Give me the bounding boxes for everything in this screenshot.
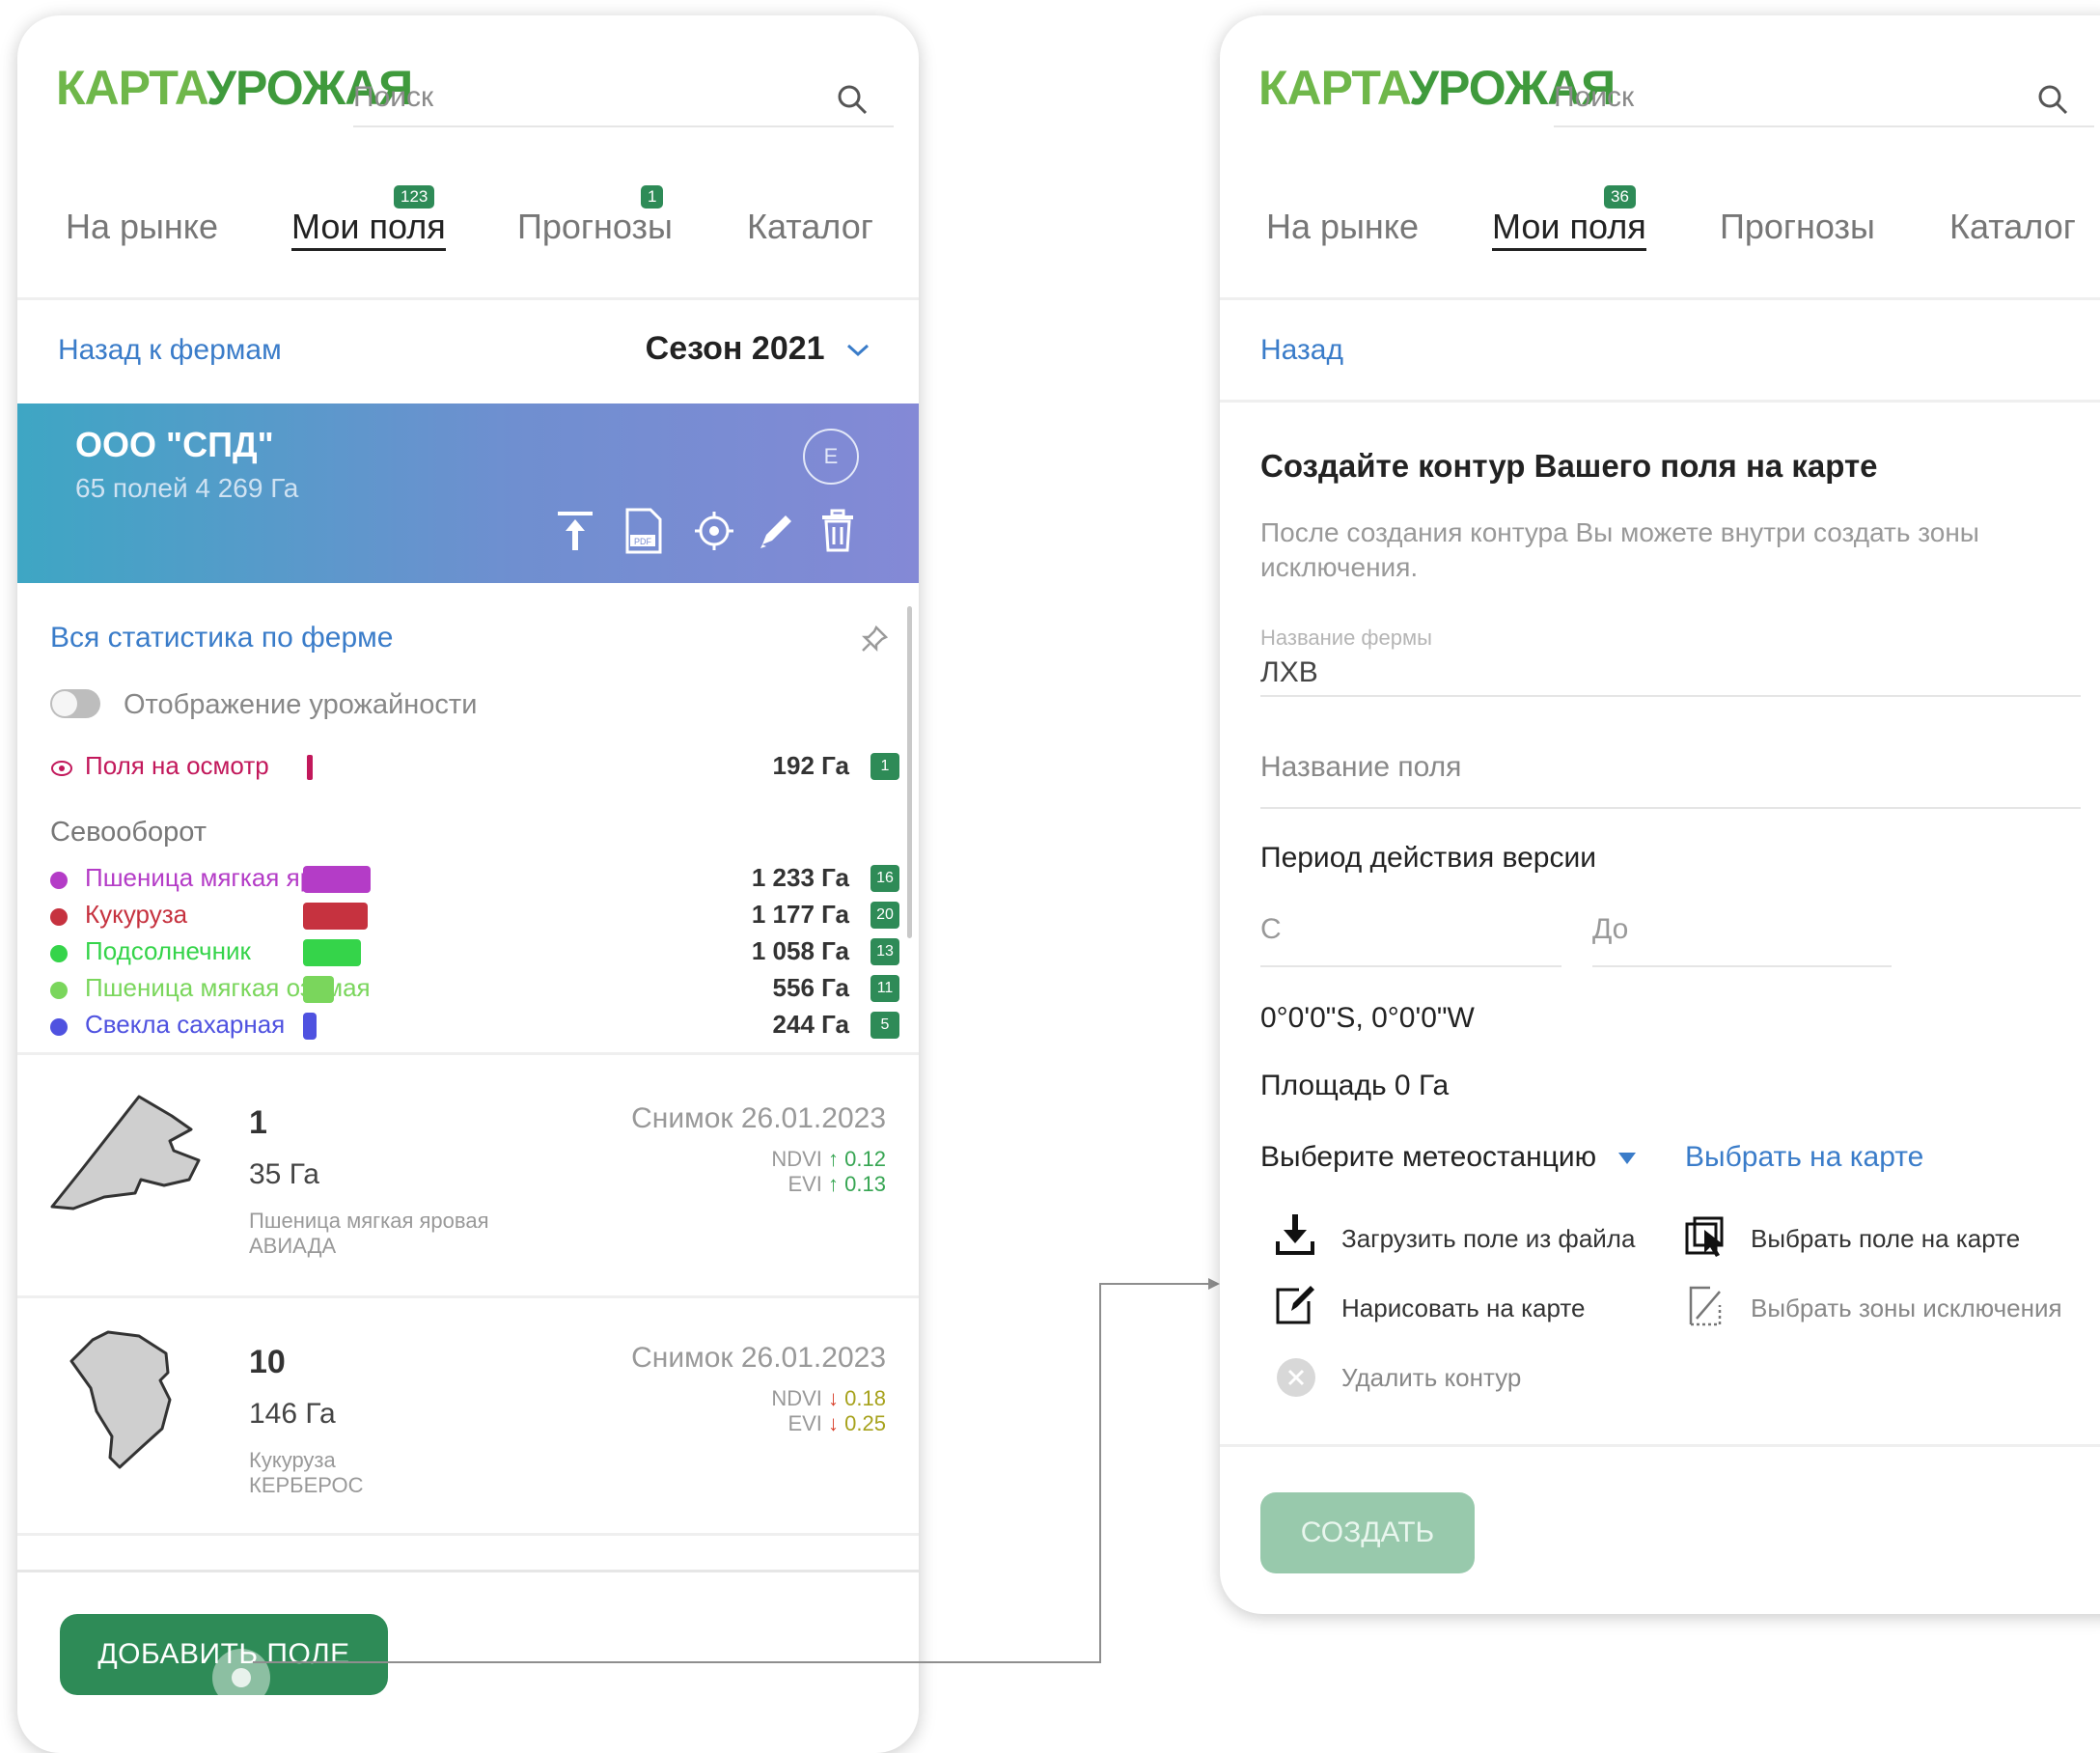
area-value: Площадь 0 Га <box>1260 1070 1450 1101</box>
draw-on-map-button[interactable]: Нарисовать на карте <box>1341 1294 1585 1323</box>
tab-market[interactable]: На рынке <box>1266 207 1419 247</box>
period-title: Период действия версии <box>1260 842 1597 874</box>
date-from-input[interactable]: С <box>1260 913 1282 946</box>
exclusion-zones-icon[interactable] <box>1687 1284 1726 1328</box>
draw-icon[interactable] <box>1274 1282 1316 1326</box>
download-icon[interactable] <box>1274 1212 1316 1257</box>
back-link[interactable]: Назад <box>1260 334 1343 367</box>
divider <box>1220 400 2100 403</box>
delete-contour-button[interactable]: Удалить контур <box>1341 1363 1521 1393</box>
tab-my-fields[interactable]: Мои поля <box>1492 207 1646 251</box>
page-title: Создайте контур Вашего поля на карте <box>1260 448 1878 484</box>
tab-catalog[interactable]: Каталог <box>1949 207 2076 247</box>
coordinates: 0°0'0"S, 0°0'0"W <box>1260 1002 1475 1034</box>
divider <box>1220 1444 2100 1447</box>
farm-name-field[interactable]: ЛХВ <box>1260 656 1318 689</box>
select-exclusion-zones-button[interactable]: Выбрать зоны исключения <box>1751 1294 2062 1323</box>
select-field-icon[interactable] <box>1683 1216 1729 1261</box>
close-circle-icon[interactable] <box>1276 1357 1316 1398</box>
meteo-station-select[interactable]: Выберите метеостанцию <box>1260 1141 1638 1174</box>
select-on-map-link[interactable]: Выбрать на карте <box>1685 1141 1923 1174</box>
select-field-on-map-button[interactable]: Выбрать поле на карте <box>1751 1224 2020 1254</box>
divider <box>1220 297 2100 300</box>
upload-from-file-button[interactable]: Загрузить поле из файла <box>1341 1224 1635 1254</box>
date-to-input[interactable]: До <box>1592 913 1628 946</box>
search-input[interactable] <box>1554 70 2094 127</box>
search-icon[interactable] <box>2036 83 2069 116</box>
create-button[interactable]: СОЗДАТЬ <box>1260 1492 1475 1573</box>
field-name-input[interactable]: Название поля <box>1260 751 1461 784</box>
tab-forecasts[interactable]: Прогнозы <box>1720 207 1875 247</box>
create-field-panel: КАРТАУРОЖАЯ На рынке Мои поля 36 Прогноз… <box>1220 15 2100 1614</box>
farm-name-label: Название фермы <box>1260 626 1432 650</box>
tab-badge: 36 <box>1604 185 1636 209</box>
caret-down-icon <box>1617 1153 1636 1164</box>
description: После создания контура Вы можете внутри … <box>1260 517 1979 582</box>
